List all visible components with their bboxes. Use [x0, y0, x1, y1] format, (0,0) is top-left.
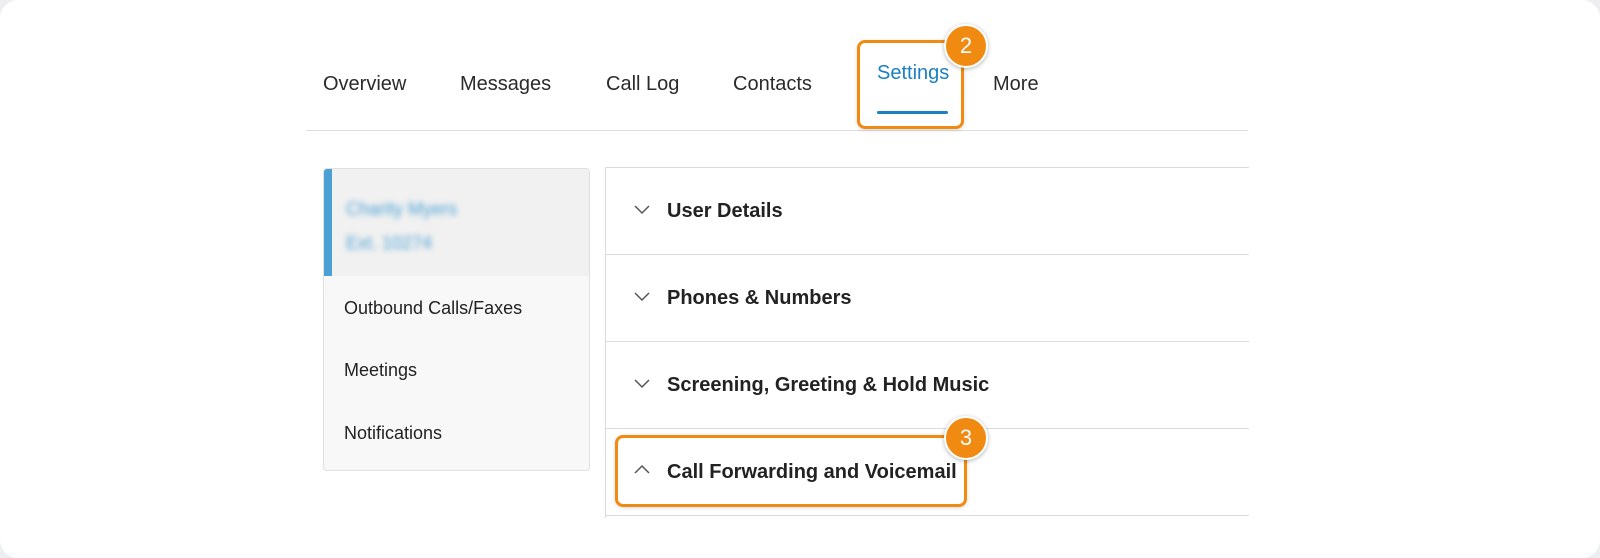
app-frame: Overview Messages Call Log Contacts Sett… — [0, 0, 1600, 558]
user-card[interactable]: Charity Myers Ext. 10274 — [324, 169, 589, 276]
section-label: Screening, Greeting & Hold Music — [667, 374, 990, 396]
main-tabs — [306, 0, 1248, 131]
tab-contacts[interactable]: Contacts — [733, 73, 812, 96]
section-user-details[interactable]: User Details — [606, 168, 1249, 255]
step-badge-3: 3 — [944, 416, 988, 460]
user-name: Charity Myers — [346, 199, 458, 219]
section-phones-numbers[interactable]: Phones & Numbers — [606, 255, 1249, 342]
sidebar-item-meetings[interactable]: Meetings — [344, 360, 417, 381]
sidebar-item-notifications[interactable]: Notifications — [344, 423, 442, 444]
step-highlight-call-forwarding — [615, 435, 967, 507]
section-label: User Details — [667, 200, 783, 222]
chevron-down-icon — [634, 205, 650, 215]
selected-indicator — [324, 169, 332, 276]
tab-messages[interactable]: Messages — [460, 73, 551, 96]
section-label: Phones & Numbers — [667, 287, 852, 309]
sidebar-item-outbound-calls[interactable]: Outbound Calls/Faxes — [344, 298, 522, 319]
tab-more[interactable]: More — [993, 73, 1039, 96]
section-screening-greeting[interactable]: Screening, Greeting & Hold Music — [606, 342, 1249, 429]
tab-overview[interactable]: Overview — [323, 73, 406, 96]
settings-sidebar: Charity Myers Ext. 10274 Outbound Calls/… — [323, 168, 590, 471]
tab-call-log[interactable]: Call Log — [606, 73, 679, 96]
user-extension: Ext. 10274 — [346, 233, 433, 253]
chevron-down-icon — [634, 379, 650, 389]
step-badge-2: 2 — [944, 24, 988, 68]
chevron-down-icon — [634, 292, 650, 302]
